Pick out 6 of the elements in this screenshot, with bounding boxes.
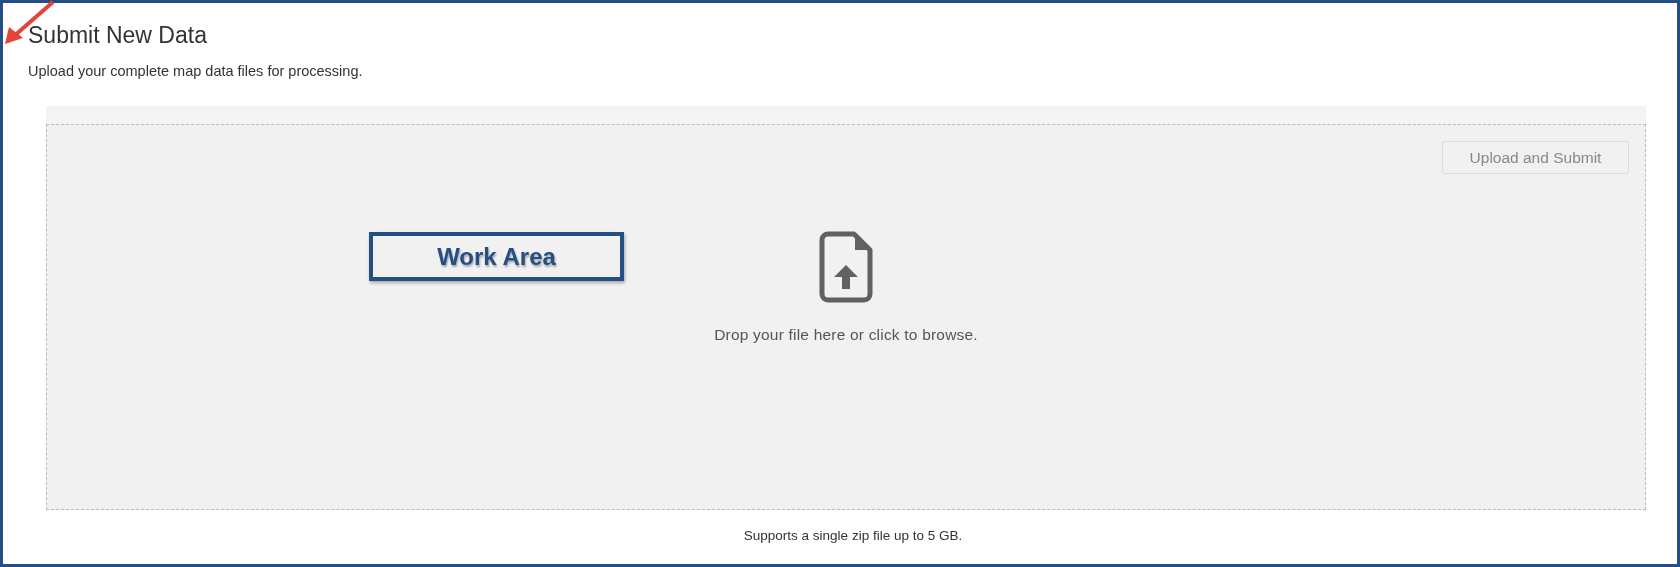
page-subtitle: Upload your complete map data files for processing. (28, 62, 364, 80)
work-area-callout: Work Area (369, 232, 624, 281)
drop-prompt: Drop your file here or click to browse. (714, 326, 978, 344)
page-title: Submit New Data (28, 21, 208, 49)
file-size-note: Supports a single zip file up to 5 GB. (742, 528, 964, 543)
file-upload-icon (819, 231, 873, 303)
